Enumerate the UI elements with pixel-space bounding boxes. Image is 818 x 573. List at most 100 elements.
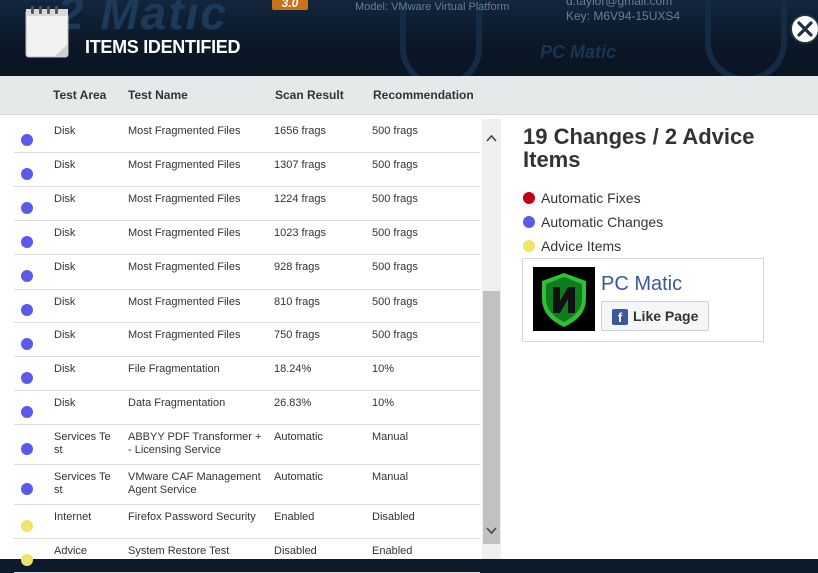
table-row[interactable]: Disk Most Fragmented Files 1224 frags 500 f… [14,187,480,221]
table-row[interactable]: Disk Most Fragmented Files 1023 frags 500 f… [14,221,480,255]
advice-dot-icon [21,554,33,566]
cell-test-area: Services Te st [54,471,111,496]
cell-recommendation: Disabled [372,511,415,523]
change-dot-icon [21,483,33,495]
cell-recommendation: 500 frags [372,227,418,239]
table-scrollbar[interactable] [482,119,501,559]
legend-label: Automatic Changes [541,214,664,230]
model-text: Model: VMware Virtual Platform [355,1,510,13]
like-page-button[interactable]: f Like Page [601,301,709,331]
cell-test-area: Disk [54,363,76,375]
table-row[interactable]: Services Te st ABBYY PDF Transformer + - … [14,425,480,465]
table-row[interactable]: Disk Most Fragmented Files 1307 frags 500 f… [14,153,480,187]
scrollbar-thumb[interactable] [483,291,500,544]
header-recommendation[interactable]: Recommendation [373,88,474,102]
table-row[interactable]: Disk Most Fragmented Files 750 frags 500 fr… [14,323,480,357]
change-dot-icon [21,406,33,418]
legend-advice-items: Advice Items [523,238,783,254]
summary-headline: 19 Changes / 2 Advice Items [523,124,755,172]
cell-recommendation: 10% [372,397,395,409]
header-test-name[interactable]: Test Name [128,88,188,102]
legend-automatic-fixes: Automatic Fixes [523,190,783,206]
table-row[interactable]: Disk Most Fragmented Files 1656 frags 500 f… [14,119,480,153]
change-dot-icon [21,134,33,146]
cell-test-name: Most Fragmented Files [128,296,241,308]
cell-test-area: Disk [54,397,76,409]
cell-test-area: Disk [54,261,76,273]
close-icon [797,21,813,37]
blue-dot-icon [523,216,535,228]
cell-scan-result: 1023 frags [274,227,326,239]
table-row[interactable]: Disk Most Fragmented Files 928 frags 500 fr… [14,255,480,290]
cell-scan-result: Automatic [274,431,323,443]
header-scan-result[interactable]: Scan Result [275,88,344,102]
cell-recommendation: 500 frags [372,261,418,273]
cell-recommendation: 500 frags [372,125,418,137]
cell-recommendation: 10% [372,363,395,375]
legend-label: Advice Items [541,238,622,254]
facebook-icon: f [612,309,628,325]
cell-recommendation: 500 frags [372,193,418,205]
banner-shield-watermark-right [705,0,787,76]
table-row[interactable]: Disk Most Fragmented Files 810 frags 500 fr… [14,290,480,323]
cell-scan-result: 1656 frags [274,125,326,137]
red-dot-icon [523,192,535,204]
like-page-label: Like Page [633,308,699,324]
cell-scan-result: 810 frags [274,296,320,308]
change-dot-icon [21,202,33,214]
cell-test-name: Most Fragmented Files [128,329,241,341]
cell-recommendation: Manual [372,471,409,483]
cell-scan-result: 750 frags [274,329,320,341]
table-row[interactable]: Disk File Fragmentation 18.24% 10% [14,357,480,391]
cell-scan-result: 928 frags [274,261,320,273]
table-row[interactable]: Services Te st VMware CAF Management Agen… [14,465,480,505]
advice-dot-icon [21,520,33,532]
scroll-down-icon[interactable] [485,524,498,537]
cell-test-area: Internet [54,511,92,523]
table-row[interactable]: Internet Firefox Password Security Enabled… [14,505,480,539]
change-dot-icon [21,236,33,248]
change-dot-icon [21,270,33,282]
cell-test-area: Services Te st [54,431,111,456]
cell-recommendation: 500 frags [372,329,418,341]
legend-automatic-changes: Automatic Changes [523,214,783,230]
banner-logo: 2 Matic [58,0,228,39]
cell-test-area: Advice [54,545,88,557]
version-badge: 3.0 [272,0,308,10]
cell-test-name: Most Fragmented Files [128,193,241,205]
cell-scan-result: 1307 frags [274,159,326,171]
cell-test-area: Disk [54,159,76,171]
cell-test-area: Disk [54,329,76,341]
notepad-icon [25,6,69,58]
cell-test-name: System Restore Test [128,545,230,557]
legend-label: Automatic Fixes [541,190,641,206]
pc-matic-shield-icon [542,273,586,327]
cell-test-name: Firefox Password Security [128,511,256,523]
header-test-area[interactable]: Test Area [53,88,106,102]
change-dot-icon [21,304,33,316]
pc-matic-logo[interactable] [533,267,595,331]
cell-test-name: Most Fragmented Files [128,227,241,239]
items-table: Disk Most Fragmented Files 1656 frags 500 f… [14,119,480,573]
facebook-page-name[interactable]: PC Matic [601,273,682,296]
change-dot-icon [21,338,33,350]
change-dot-icon [21,443,33,455]
cell-scan-result: Automatic [274,471,323,483]
cell-recommendation: 500 frags [372,159,418,171]
dialog-title: ITEMS IDENTIFIED [85,37,241,57]
cell-test-name: Data Fragmentation [128,397,226,409]
table-row[interactable]: Advice System Restore Test Disabled Enabled [14,539,480,573]
table-row[interactable]: Disk Data Fragmentation 26.83% 10% [14,391,480,425]
cell-scan-result: 26.83% [274,397,312,409]
table-header: Test Area Test Name Scan Result Recommen… [0,76,818,115]
cell-test-area: Disk [54,296,76,308]
cell-test-name: File Fragmentation [128,363,220,375]
scroll-up-icon[interactable] [485,132,498,145]
cell-test-name: Most Fragmented Files [128,159,241,171]
cell-test-area: Disk [54,227,76,239]
cell-scan-result: 1224 frags [274,193,326,205]
yellow-dot-icon [523,240,535,252]
close-button[interactable] [790,14,818,44]
cell-test-name: ABBYY PDF Transformer + - Licensing Serv… [128,431,262,456]
change-dot-icon [21,372,33,384]
